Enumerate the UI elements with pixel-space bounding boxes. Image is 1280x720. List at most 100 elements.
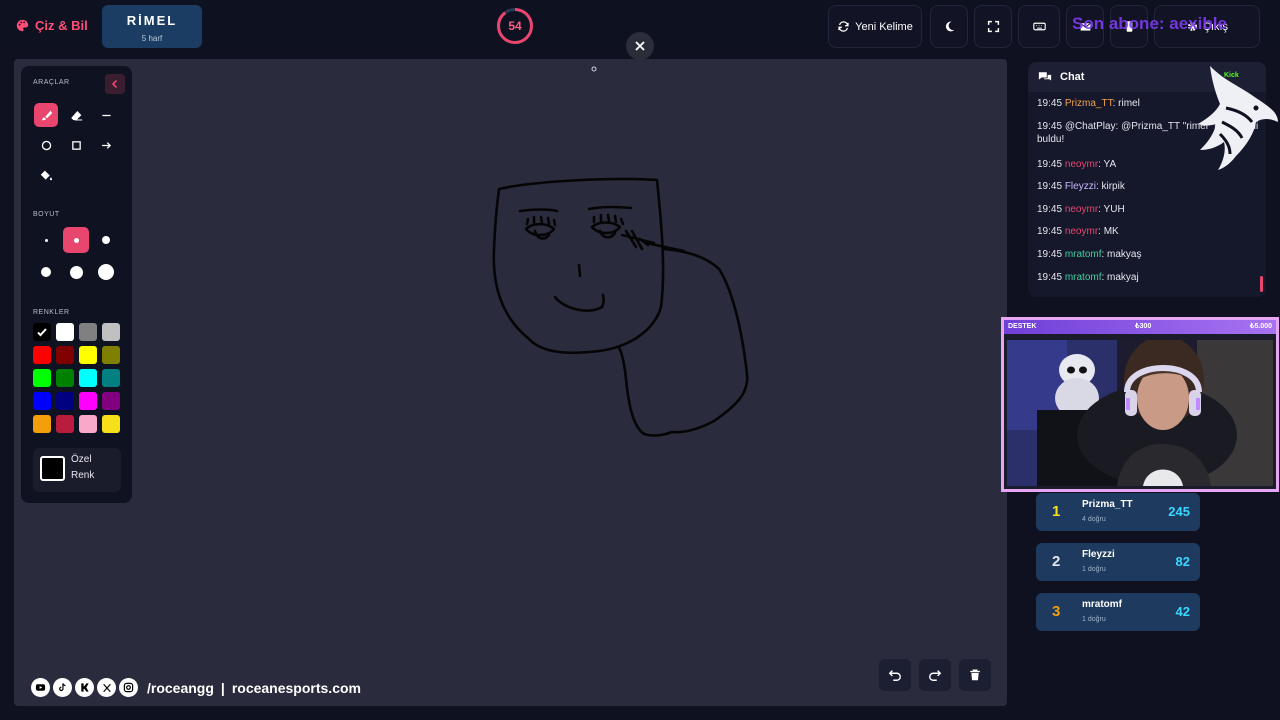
color-swatch[interactable]	[56, 415, 74, 433]
support-label: DESTEK	[1008, 323, 1037, 330]
redo-icon	[929, 670, 942, 681]
eraser-tool[interactable]	[64, 103, 88, 127]
support-amount-1: ₺300	[1135, 323, 1152, 330]
cursor-indicator	[591, 66, 597, 72]
collapse-panel-button[interactable]	[105, 74, 125, 94]
color-swatch[interactable]	[79, 392, 97, 410]
leaderboard-score: 42	[1175, 604, 1190, 619]
color-swatch[interactable]	[79, 323, 97, 341]
custom-color-preview	[40, 456, 65, 481]
kick-icon	[75, 678, 94, 697]
webcam-feed	[1007, 340, 1273, 486]
tiktok-icon	[53, 678, 72, 697]
custom-color-label: Özel Renk	[71, 454, 95, 481]
new-word-button[interactable]: Yeni Kelime	[828, 5, 922, 48]
chat-username[interactable]: Fleyzzi	[1065, 181, 1096, 192]
clear-canvas-button[interactable]	[959, 659, 991, 691]
color-swatch[interactable]	[56, 346, 74, 364]
redo-button[interactable]	[919, 659, 951, 691]
chat-message: 19:45 neoymr: MK	[1037, 225, 1259, 248]
brush-icon	[41, 110, 52, 120]
footer-separator: |	[220, 679, 225, 696]
rectangle-tool[interactable]	[64, 133, 88, 157]
social-handle: /roceangg	[147, 679, 214, 696]
keyboard-button[interactable]	[1018, 5, 1060, 48]
chat-timestamp: 19:45	[1037, 226, 1063, 238]
chat-username[interactable]: neoymr	[1065, 159, 1098, 170]
trash-icon	[970, 669, 980, 681]
color-swatch[interactable]	[33, 323, 51, 341]
color-swatch[interactable]	[79, 346, 97, 364]
chat-username[interactable]: neoymr	[1065, 204, 1098, 215]
chat-message: 19:45 neoymr: YUH	[1037, 203, 1259, 226]
circle-icon	[41, 140, 51, 150]
moon-icon	[945, 21, 954, 32]
chat-username[interactable]: Prizma_TT	[1065, 98, 1113, 109]
color-swatch[interactable]	[56, 392, 74, 410]
size-option-1[interactable]	[33, 227, 59, 253]
close-icon	[635, 41, 645, 51]
color-swatch[interactable]	[102, 346, 120, 364]
theme-toggle-button[interactable]	[930, 5, 968, 48]
color-swatch[interactable]	[33, 369, 51, 387]
website-link: roceanesports.com	[231, 679, 361, 696]
chat-message: 19:45 Fleyzzi: kirpik	[1037, 180, 1259, 203]
dragon-logo-icon	[1198, 66, 1278, 170]
arrow-tool[interactable]	[94, 133, 118, 157]
chat-username[interactable]: neoymr	[1065, 226, 1098, 237]
line-tool[interactable]	[94, 103, 118, 127]
leaderboard-rank: 1	[1052, 503, 1061, 520]
x-twitter-icon	[97, 678, 116, 697]
current-word: RİMEL 5 harf	[102, 5, 202, 48]
checkmark-icon	[37, 328, 47, 337]
color-swatch[interactable]	[79, 369, 97, 387]
color-swatch[interactable]	[102, 392, 120, 410]
arrow-right-icon	[101, 141, 111, 149]
color-swatch[interactable]	[33, 346, 51, 364]
size-option-2[interactable]	[63, 227, 89, 253]
chat-username[interactable]: mratomf	[1065, 272, 1102, 283]
brush-tool[interactable]	[34, 103, 58, 127]
chat-username[interactable]: mratomf	[1065, 249, 1102, 260]
custom-color-button[interactable]: Özel Renk	[33, 448, 121, 492]
chat-timestamp: 19:45	[1037, 158, 1063, 170]
undo-button[interactable]	[879, 659, 911, 691]
eraser-icon	[70, 110, 82, 120]
chat-text: : kirpik	[1095, 181, 1125, 193]
fill-tool[interactable]	[34, 163, 58, 187]
chat-message: 19:45 mratomf: makyaj	[1037, 271, 1259, 294]
chat-timestamp: 19:45	[1037, 181, 1063, 193]
color-swatch[interactable]	[102, 415, 120, 433]
word-hint: 5 harf	[141, 34, 163, 43]
square-icon	[71, 140, 81, 150]
chat-bubbles-icon	[1038, 72, 1052, 81]
leaderboard-player-name: mratomf	[1082, 599, 1123, 610]
size-option-5[interactable]	[63, 259, 89, 285]
circle-tool[interactable]	[34, 133, 58, 157]
support-amount-2: ₺5.000	[1250, 323, 1272, 330]
color-swatch[interactable]	[56, 369, 74, 387]
leaderboard-rank: 2	[1052, 553, 1061, 570]
size-option-4[interactable]	[33, 259, 59, 285]
leaderboard-row: 2 Fleyzzi 1 doğru 82	[1036, 543, 1200, 581]
chat-text: : YA	[1098, 158, 1117, 170]
chat-text: : MK	[1098, 226, 1119, 238]
color-swatch[interactable]	[33, 415, 51, 433]
social-links: /roceangg | roceanesports.com	[31, 678, 361, 697]
close-overlay-button[interactable]	[626, 32, 654, 60]
fullscreen-button[interactable]	[974, 5, 1012, 48]
chat-scrollbar[interactable]	[1260, 276, 1263, 292]
color-swatch[interactable]	[79, 415, 97, 433]
color-swatch[interactable]	[56, 323, 74, 341]
color-swatch[interactable]	[33, 392, 51, 410]
size-option-6[interactable]	[93, 259, 119, 285]
color-swatch[interactable]	[102, 323, 120, 341]
tools-panel: ARAÇLAR BOYUT RENKLER Özel Renk	[21, 66, 132, 503]
color-swatch[interactable]	[102, 369, 120, 387]
leaderboard-row: 3 mratomf 1 doğru 42	[1036, 593, 1200, 631]
size-option-3[interactable]	[93, 227, 119, 253]
webcam-frame: DESTEK ₺300 ₺5.000	[1001, 317, 1279, 492]
drawing-canvas[interactable]	[14, 59, 1007, 706]
line-icon	[101, 114, 111, 116]
leaderboard-correct-count: 1 doğru	[1082, 616, 1106, 623]
